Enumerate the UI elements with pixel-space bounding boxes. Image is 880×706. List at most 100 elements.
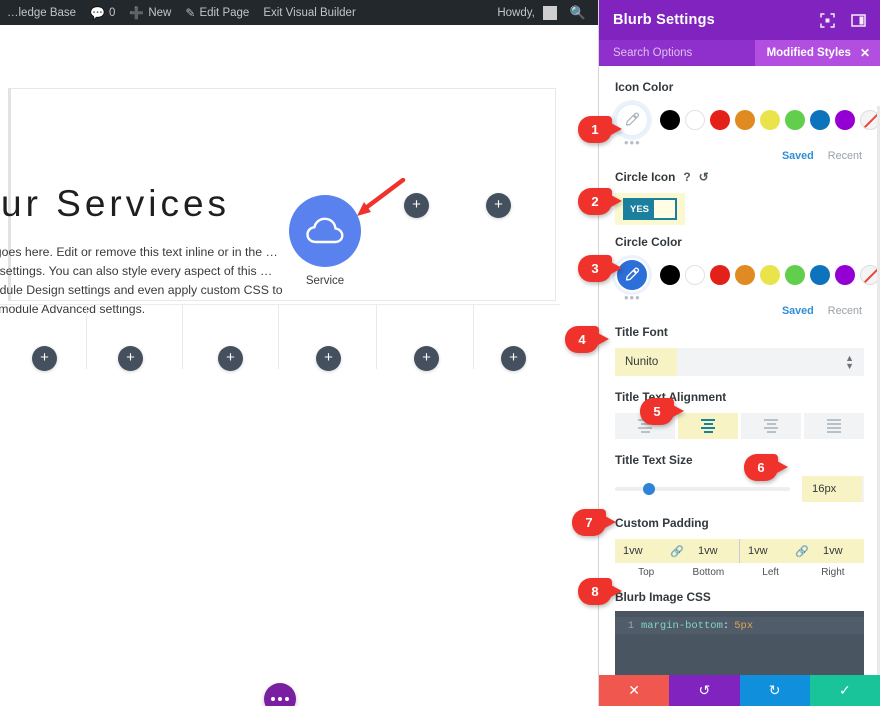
link-icon[interactable]: 🔗	[664, 539, 690, 563]
add-module-button[interactable]: +	[486, 193, 511, 218]
admin-bar-comments[interactable]: 💬 0	[83, 0, 122, 25]
close-icon[interactable]: ✕	[860, 46, 870, 60]
ellipsis-dot	[278, 697, 282, 701]
column-row	[0, 304, 560, 369]
add-module-button[interactable]: +	[501, 346, 526, 371]
help-icon[interactable]: ?	[683, 170, 690, 184]
padding-right-label: Right	[821, 567, 845, 578]
swatch-white[interactable]	[685, 110, 705, 130]
badge-number: 4	[565, 326, 599, 353]
swatch-purple[interactable]	[835, 110, 855, 130]
swatch-yellow[interactable]	[760, 110, 780, 130]
slider-handle[interactable]	[643, 483, 655, 495]
cancel-button[interactable]: ✕	[599, 675, 670, 706]
add-module-button[interactable]: +	[404, 193, 429, 218]
swatch-black[interactable]	[660, 265, 680, 285]
recent-link[interactable]: Recent	[828, 150, 862, 162]
code-line-number: 1	[627, 619, 634, 632]
comment-icon: 💬	[90, 5, 105, 20]
add-module-button[interactable]: +	[316, 346, 341, 371]
ellipsis-dot	[271, 697, 275, 701]
panel-header: Blurb Settings	[599, 0, 880, 40]
add-module-button[interactable]: +	[118, 346, 143, 371]
admin-bar-right-group: Howdy, 🔍	[490, 0, 598, 25]
swatch-red[interactable]	[710, 265, 730, 285]
toggle-knob	[654, 200, 675, 218]
swatch-purple[interactable]	[835, 265, 855, 285]
swatch-blue[interactable]	[810, 110, 830, 130]
padding-bottom-input[interactable]: 1vw	[690, 539, 739, 563]
admin-bar-edit-page[interactable]: ✎ Edit Page	[178, 0, 256, 25]
wp-admin-bar: …ledge Base 💬 0 ➕ New ✎ Edit Page Exit V…	[0, 0, 598, 25]
save-button[interactable]: ✓	[809, 675, 880, 706]
admin-bar-new[interactable]: ➕ New	[122, 0, 178, 25]
badge-number: 3	[578, 255, 612, 282]
plus-icon: +	[422, 349, 431, 366]
add-module-button[interactable]: +	[414, 346, 439, 371]
badge-number: 8	[578, 578, 612, 605]
saved-link[interactable]: Saved	[782, 305, 814, 317]
redo-button[interactable]: ↻	[739, 675, 810, 706]
link-icon[interactable]: 🔗	[789, 539, 815, 563]
circle-icon-toggle[interactable]: YES	[623, 198, 677, 220]
toggle-value: YES	[625, 200, 655, 218]
icon-color-label: Icon Color	[615, 80, 674, 94]
panel-header-icons	[820, 12, 866, 28]
annotation-badge-1: 1	[578, 116, 622, 143]
swatch-yellow[interactable]	[760, 265, 780, 285]
swatch-green[interactable]	[785, 265, 805, 285]
swatch-red[interactable]	[710, 110, 730, 130]
swatch-blue[interactable]	[810, 265, 830, 285]
title-text-size-slider[interactable]	[615, 483, 790, 495]
plus-icon: +	[324, 349, 333, 366]
eyedropper-icon	[626, 112, 639, 126]
admin-bar-site-title[interactable]: …ledge Base	[0, 0, 83, 25]
modified-styles-pill[interactable]: Modified Styles ✕	[754, 40, 880, 66]
circle-icon-label: Circle Icon	[615, 170, 676, 184]
css-property: margin-bottom	[641, 619, 723, 632]
admin-bar-howdy[interactable]: Howdy,	[490, 0, 564, 25]
padding-right-input[interactable]: 1vw	[815, 539, 864, 563]
circle-color-more-button[interactable]: •••	[624, 291, 864, 304]
recent-link[interactable]: Recent	[828, 305, 862, 317]
title-font-value: Nunito	[615, 348, 677, 376]
swatch-black[interactable]	[660, 110, 680, 130]
badge-pointer	[775, 460, 788, 474]
align-center-button[interactable]	[678, 413, 738, 439]
saved-link[interactable]: Saved	[782, 150, 814, 162]
swatch-green[interactable]	[785, 110, 805, 130]
add-module-button[interactable]: +	[218, 346, 243, 371]
panel-search-bar: Search Options Modified Styles ✕	[599, 40, 880, 66]
title-text-size-input[interactable]: 16px	[802, 476, 862, 502]
panel-body: Icon Color ••• Saved Recent Circle Icon …	[599, 66, 880, 675]
align-justify-button[interactable]	[804, 413, 864, 439]
circle-color-saved-recent: Saved Recent	[615, 305, 864, 317]
panel-title: Blurb Settings	[613, 12, 715, 28]
circle-icon-toggle-wrap: YES	[615, 193, 685, 225]
field-title-font: Title Font Nunito ▲ ▼	[599, 325, 880, 376]
layout-panel-icon[interactable]	[851, 13, 866, 28]
plus-icon: +	[509, 349, 518, 366]
visual-builder-canvas: …ur Services …ent goes here. Edit or rem…	[0, 25, 598, 706]
admin-bar-exit-visual-builder[interactable]: Exit Visual Builder	[256, 0, 362, 25]
blurb-image-css-editor[interactable]: 1 margin-bottom : 5px	[615, 611, 864, 675]
align-center-icon	[701, 419, 715, 433]
undo-button[interactable]: ↺	[669, 675, 740, 706]
focus-icon[interactable]	[820, 12, 835, 28]
swatch-orange[interactable]	[735, 110, 755, 130]
icon-color-saved-recent: Saved Recent	[615, 150, 864, 162]
padding-top-input[interactable]: 1vw	[615, 539, 664, 563]
align-right-button[interactable]	[741, 413, 801, 439]
reset-icon[interactable]: ↺	[699, 170, 709, 184]
align-justify-icon	[827, 419, 841, 433]
builder-menu-button[interactable]	[264, 683, 296, 706]
badge-number: 6	[744, 454, 778, 481]
swatch-orange[interactable]	[735, 265, 755, 285]
title-font-select[interactable]: Nunito ▲ ▼	[615, 348, 864, 376]
swatch-white[interactable]	[685, 265, 705, 285]
add-module-button[interactable]: +	[32, 346, 57, 371]
search-icon[interactable]: 🔍	[564, 5, 592, 21]
padding-left-input[interactable]: 1vw	[740, 539, 789, 563]
icon-color-more-button[interactable]: •••	[624, 136, 864, 149]
search-input[interactable]: Search Options	[613, 47, 692, 59]
